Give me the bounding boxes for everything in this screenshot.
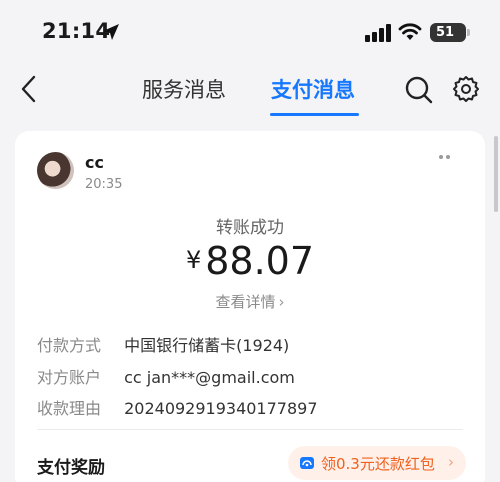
back-icon[interactable] xyxy=(16,74,42,104)
top-nav: 服务消息 支付消息 xyxy=(0,66,500,122)
status-bar: 21:14 51 xyxy=(0,0,500,66)
sender-name: cc xyxy=(85,153,104,172)
signal-icon xyxy=(365,24,391,42)
reward-icon xyxy=(300,457,314,469)
tab-payment-messages[interactable]: 支付消息 xyxy=(271,74,355,104)
detail-row: 付款方式 中国银行储蓄卡(1924) xyxy=(37,332,289,356)
reward-label: 支付奖励 xyxy=(37,458,105,478)
battery-icon: 51 xyxy=(430,23,466,42)
chevron-right-icon: › xyxy=(278,293,285,311)
active-tab-indicator xyxy=(270,113,359,116)
detail-value: 2024092919340177897 xyxy=(124,399,318,418)
detail-value: 中国银行储蓄卡(1924) xyxy=(124,336,290,355)
currency-symbol: ¥ xyxy=(185,246,202,274)
payment-message-card[interactable]: cc 20:35 转账成功 ¥88.07 查看详情 › 付款方式 中国银行储蓄卡(… xyxy=(15,131,485,482)
message-time: 20:35 xyxy=(85,177,123,192)
gear-icon[interactable] xyxy=(452,75,480,103)
location-arrow-icon xyxy=(103,24,119,40)
scrollbar[interactable] xyxy=(494,136,498,212)
detail-label: 对方账户 xyxy=(37,368,102,387)
transfer-status-title: 转账成功 xyxy=(216,218,284,238)
wifi-icon xyxy=(398,23,422,40)
amount: ¥88.07 xyxy=(15,239,485,283)
amount-value: 88.07 xyxy=(205,239,315,283)
detail-label: 收款理由 xyxy=(37,399,102,418)
reward-offer-text: 领0.3元还款红包 xyxy=(321,455,435,473)
tab-service-messages[interactable]: 服务消息 xyxy=(142,74,226,104)
chevron-right-icon: › xyxy=(448,453,454,471)
divider xyxy=(37,429,463,430)
detail-row: 对方账户 cc jan***@gmail.com xyxy=(37,364,295,388)
detail-value: cc jan***@gmail.com xyxy=(124,368,295,387)
view-details-label: 查看详情 xyxy=(215,293,276,311)
detail-row: 收款理由 2024092919340177897 xyxy=(37,395,318,419)
detail-label: 付款方式 xyxy=(37,336,102,355)
battery-cap xyxy=(467,29,470,36)
view-details-link[interactable]: 查看详情 › xyxy=(15,291,485,312)
search-icon[interactable] xyxy=(404,75,434,105)
reward-offer-button[interactable]: 领0.3元还款红包 › xyxy=(288,446,466,480)
avatar[interactable] xyxy=(37,152,74,189)
more-icon[interactable] xyxy=(439,155,455,163)
